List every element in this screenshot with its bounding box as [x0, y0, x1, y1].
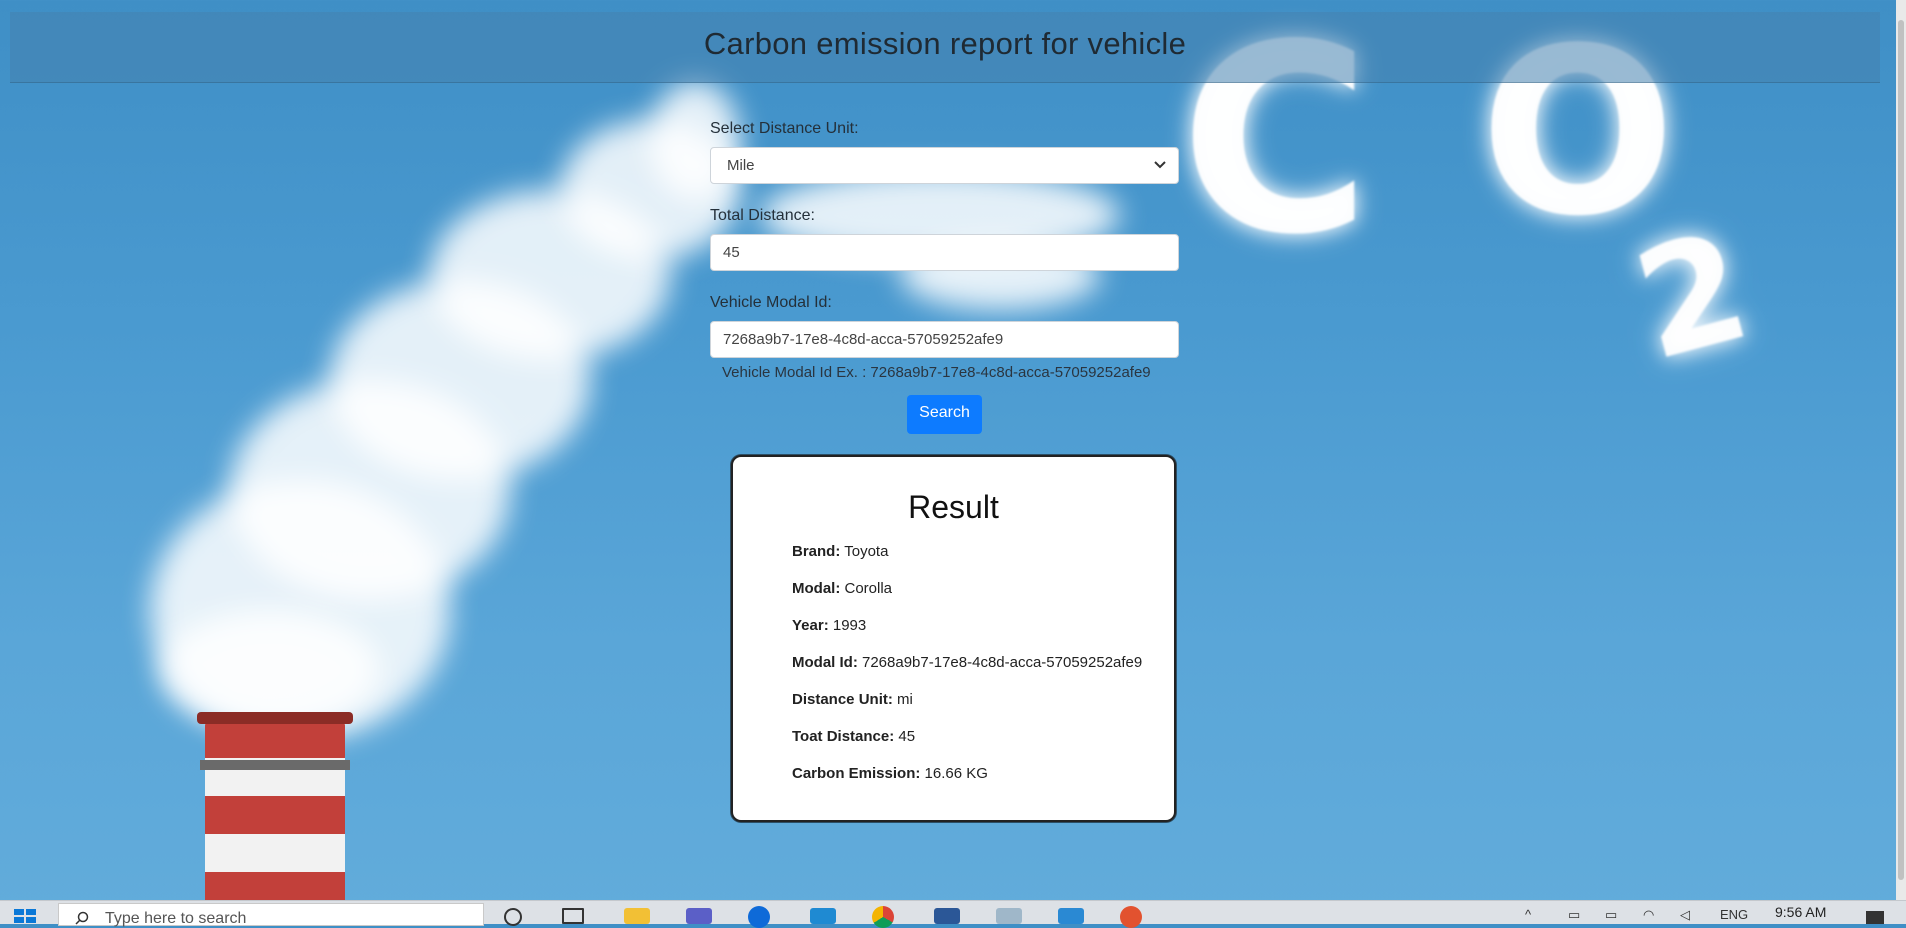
battery-icon[interactable]: ▭	[1605, 907, 1617, 923]
result-row-modal: Modal: Corolla	[792, 580, 893, 597]
chimney-image	[205, 720, 345, 905]
result-row-total-distance: Toat Distance: 45	[792, 728, 916, 745]
result-row-brand: Brand: Toyota	[792, 543, 889, 560]
taskbar-clock[interactable]: 9:56 AM	[1775, 904, 1826, 920]
chrome-icon[interactable]	[872, 906, 894, 928]
page-header: Carbon emission report for vehicle	[10, 12, 1880, 83]
app-icon[interactable]	[996, 908, 1022, 924]
task-view-icon[interactable]	[562, 908, 584, 924]
photos-icon[interactable]	[1058, 908, 1084, 924]
volume-icon[interactable]: ◁	[1680, 907, 1690, 923]
file-explorer-icon[interactable]	[624, 908, 650, 924]
windows-start-icon[interactable]	[14, 909, 36, 923]
result-row-modal-id: Modal Id: 7268a9b7-17e8-4c8d-acca-570592…	[792, 654, 1143, 671]
chevron-down-icon	[1154, 161, 1166, 169]
vehicle-model-label: Vehicle Modal Id:	[710, 294, 832, 311]
page-scrollbar[interactable]	[1896, 0, 1906, 900]
result-row-carbon-emission: Carbon Emission: 16.66 KG	[792, 765, 988, 782]
search-form: Select Distance Unit: Mile Total Distanc…	[710, 120, 1179, 434]
search-button[interactable]: Search	[907, 395, 982, 434]
distance-unit-label: Select Distance Unit:	[710, 120, 859, 137]
word-icon[interactable]	[934, 908, 960, 924]
distance-unit-select[interactable]: Mile	[710, 147, 1179, 184]
result-title: Result	[908, 489, 999, 525]
taskbar: Type here to search ^ ▭ ▭ ◠ ◁ ENG 9:56 A…	[0, 900, 1906, 928]
result-row-year: Year: 1993	[792, 617, 867, 634]
language-indicator[interactable]: ENG	[1720, 907, 1748, 922]
chevron-up-icon[interactable]: ^	[1525, 907, 1531, 922]
page-title: Carbon emission report for vehicle	[703, 26, 1187, 61]
total-distance-input[interactable]: 45	[710, 234, 1179, 271]
wifi-icon[interactable]: ◠	[1643, 907, 1654, 923]
total-distance-label: Total Distance:	[710, 207, 815, 224]
app-icon-red[interactable]	[1120, 906, 1142, 928]
result-card: Result Brand: Toyota Modal: Corolla Year…	[731, 455, 1176, 822]
cloud-letter-2: 2	[1619, 199, 1766, 395]
vscode-icon[interactable]	[810, 908, 836, 924]
cortana-icon[interactable]	[504, 908, 522, 926]
result-row-distance-unit: Distance Unit: mi	[792, 691, 913, 708]
vehicle-model-input[interactable]: 7268a9b7-17e8-4c8d-acca-57059252afe9	[710, 321, 1179, 358]
teams-icon[interactable]	[686, 908, 712, 924]
network-icon[interactable]: ▭	[1568, 907, 1580, 923]
teamviewer-icon[interactable]	[748, 906, 770, 928]
vehicle-model-helper-text: Vehicle Modal Id Ex. : 7268a9b7-17e8-4c8…	[722, 364, 1151, 381]
notification-icon[interactable]	[1866, 911, 1884, 924]
